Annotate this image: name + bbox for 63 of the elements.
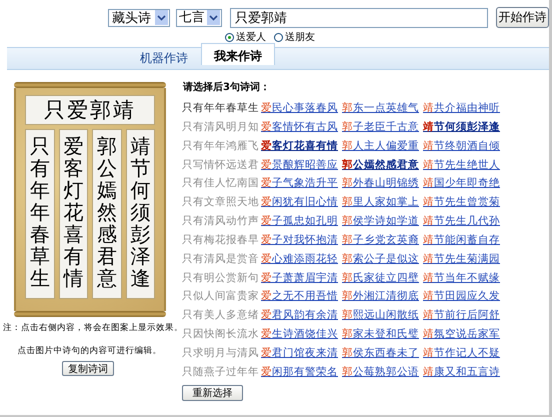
verse-option[interactable]: 只求明月与清风 [180, 344, 261, 363]
poem-type-select[interactable]: 藏头诗 [108, 8, 170, 26]
recipient-radio[interactable]: 送爱人 [225, 30, 266, 44]
tab[interactable]: 我来作诗 [201, 43, 275, 65]
recipient-radio[interactable]: 送朋友 [274, 30, 315, 44]
verse-link[interactable]: 郭侯东西春未了 [342, 344, 423, 363]
verse-link[interactable]: 郭家未登和氏璧 [342, 325, 423, 344]
verse-link[interactable]: 郭外湘江清彻底 [342, 287, 423, 306]
verse-link[interactable]: 靖节前行后阿舒 [423, 306, 504, 326]
verse-option[interactable]: 只有清风动竹声 [180, 212, 261, 231]
copy-poem-button[interactable]: 复制诗词 [62, 361, 114, 376]
verse-option[interactable]: 只似人间富贵家 [180, 287, 261, 306]
verse-link[interactable]: 靖氛空说岳家军 [423, 325, 504, 344]
verse-link[interactable]: 郭侯学诗如学道 [342, 212, 423, 231]
verse-link[interactable]: 爱子对我怀抱清 [261, 230, 342, 250]
reset-button[interactable]: 重新选择 [182, 384, 243, 401]
verse-link[interactable]: 郭人主人偏爱重 [342, 136, 423, 156]
verse-link[interactable]: 靖节何须彭泽逢 [423, 118, 504, 137]
verse-link[interactable]: 爱生诗酒饶佳兴 [261, 325, 342, 344]
verse-link[interactable]: 靖节先生菊满园 [423, 250, 504, 269]
verse-link[interactable]: 爱闲那有警荣名 [261, 362, 342, 382]
verse-option[interactable]: 只因快阁长流水 [180, 325, 261, 344]
verse-option[interactable]: 只有清风明月知 [180, 118, 261, 137]
tab[interactable]: 机器作诗 [127, 47, 201, 69]
verse-link[interactable]: 靖共介福由神听 [423, 99, 504, 118]
verse-option[interactable]: 只有美人多意绪 [180, 306, 261, 326]
verse-link[interactable]: 靖节作记人不疑 [423, 344, 504, 363]
verse-link[interactable]: 爱君门馆夜来清 [261, 344, 342, 363]
verse-link[interactable]: 靖节先生绝世人 [423, 156, 504, 174]
verse-link[interactable]: 爱闲犹有旧心情 [261, 193, 342, 212]
verse-link[interactable]: 靖节终朝酒自倾 [423, 136, 504, 156]
note-text: 点击图片中诗句的内容可进行编辑。 [16, 345, 162, 357]
verse-link[interactable]: 郭外春山明锦绣 [342, 174, 423, 194]
verse-link[interactable]: 靖节田园应久发 [423, 287, 504, 306]
verse-link[interactable]: 爱子萧萧眉宇清 [261, 268, 342, 288]
verse-link[interactable]: 靖节能闲蓄自存 [423, 230, 504, 250]
verse-link[interactable]: 爱景酿辉昭善应 [261, 156, 342, 174]
verse-link[interactable]: 郭公莓熟郭公语 [342, 362, 423, 382]
verse-option[interactable]: 只有明公赏新句 [180, 268, 261, 288]
verse-link[interactable]: 靖康又和五言诗 [423, 362, 504, 382]
verse-link[interactable]: 爱子气象浩升平 [261, 174, 342, 194]
verse-link[interactable]: 郭氏家徒立四壁 [342, 268, 423, 288]
poem-title[interactable]: 只爱郭靖 [25, 95, 155, 125]
verse-link[interactable]: 爱客情怀有古风 [261, 118, 342, 137]
verse-option[interactable]: 只有佳人忆南国 [180, 174, 261, 194]
verse-option[interactable]: 只写情怀远送君 [180, 156, 261, 174]
verse-link[interactable]: 爱君风韵有余清 [261, 306, 342, 326]
verse-link[interactable]: 爱民心事落春风 [261, 99, 342, 118]
verse-option[interactable]: 只有年年鸿雁飞 [180, 136, 261, 156]
name-input-field[interactable]: 只爱郭靖 [230, 8, 488, 28]
verse-option[interactable]: 只有年年春草生 [180, 99, 261, 118]
note-text: 注：点击右侧内容，将会在图案上显示效果。 [3, 322, 176, 333]
meter-select[interactable]: 七言 [176, 8, 222, 26]
verse-option[interactable]: 只有梅花报春早 [180, 230, 261, 250]
verse-link[interactable]: 靖节先生几代孙 [423, 212, 504, 231]
start-button[interactable]: 开始作诗 [496, 7, 550, 28]
verse-option[interactable]: 只随燕子过年年 [180, 362, 261, 382]
choices-heading: 请选择后3句诗词： [183, 80, 271, 94]
verse-option[interactable]: 只有清风是赏音 [180, 250, 261, 269]
verse-link[interactable]: 靖节当年不赋缘 [423, 268, 504, 288]
verse-option[interactable]: 只有文章照天地 [180, 193, 261, 212]
verse-link[interactable]: 爱心难添雨花轻 [261, 250, 342, 269]
verse-link[interactable]: 郭里人家如掌上 [342, 193, 423, 212]
